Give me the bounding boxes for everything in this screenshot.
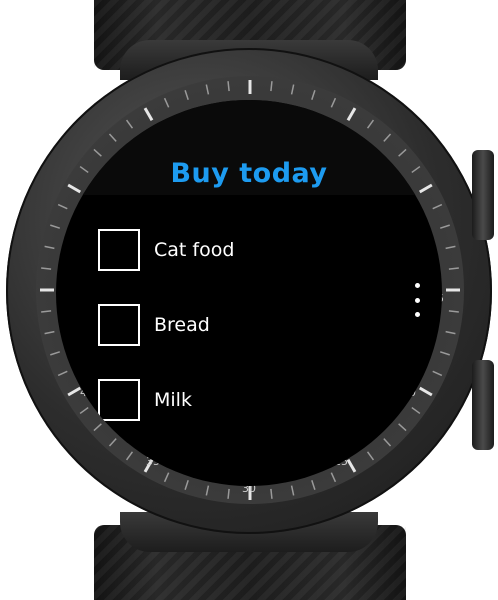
bezel-tick: [366, 451, 375, 461]
bezel-tick: [432, 203, 443, 210]
bezel-tick: [44, 245, 55, 250]
bezel-tick: [330, 472, 337, 483]
bezel-tick: [290, 84, 295, 95]
bezel-tick: [205, 485, 210, 496]
bezel-tick: [448, 267, 459, 270]
watch-back-button[interactable]: [472, 150, 494, 240]
bezel-tick: [398, 423, 407, 432]
bezel-tick: [445, 245, 456, 250]
bezel-tick: [125, 451, 134, 461]
bezel-tick: [311, 90, 316, 101]
bezel-tick: [57, 370, 68, 377]
bezel-tick: [44, 330, 55, 335]
bezel-tick: [184, 90, 189, 101]
bezel-tick: [346, 458, 357, 473]
bezel-tick: [41, 310, 52, 313]
bezel-tick: [227, 81, 230, 92]
list-item-label: Milk: [154, 389, 192, 411]
watch-device: 55 05 10 15 20 25 30 35 40 45 50 Buy tod…: [0, 0, 498, 600]
bezel-tick: [184, 479, 189, 490]
bezel-tick: [50, 224, 61, 229]
bezel-tick: [163, 472, 170, 483]
page-title: Buy today: [170, 158, 328, 189]
bezel-tick: [205, 84, 210, 95]
watch-home-button[interactable]: [472, 360, 494, 450]
bezel-tick: [93, 423, 102, 432]
bezel-tick: [448, 310, 459, 313]
bezel-tick: [270, 488, 273, 499]
bezel-tick: [57, 203, 68, 210]
list-item-label: Cat food: [154, 239, 235, 261]
bezel-tick: [411, 406, 421, 415]
bezel-tick: [227, 488, 230, 499]
checkbox-cat-food[interactable]: [98, 229, 140, 271]
bezel-tick: [67, 386, 82, 397]
list-item-bread[interactable]: Bread: [98, 302, 210, 348]
bezel-tick: [79, 406, 89, 415]
bezel-tick: [432, 370, 443, 377]
checkbox-milk[interactable]: [98, 379, 140, 421]
bezel-tick: [311, 479, 316, 490]
list-item-label: Bread: [154, 314, 210, 336]
bezel-tick: [439, 351, 450, 356]
bezel-tick: [439, 224, 450, 229]
list-item-cat-food[interactable]: Cat food: [98, 227, 234, 273]
bezel-tick: [383, 438, 392, 447]
watch-screen: Buy today Cat food Bread Milk: [56, 100, 442, 486]
bezel-tick: [445, 330, 456, 335]
checkbox-bread[interactable]: [98, 304, 140, 346]
more-options-icon[interactable]: [414, 283, 420, 317]
list-item-milk[interactable]: Milk: [98, 377, 192, 423]
bezel-tick: [270, 81, 273, 92]
bezel-tick: [418, 386, 433, 397]
bezel-tick: [290, 485, 295, 496]
bezel-tick: [108, 438, 117, 447]
bezel-tick: [50, 351, 61, 356]
bezel-tick: [41, 267, 52, 270]
